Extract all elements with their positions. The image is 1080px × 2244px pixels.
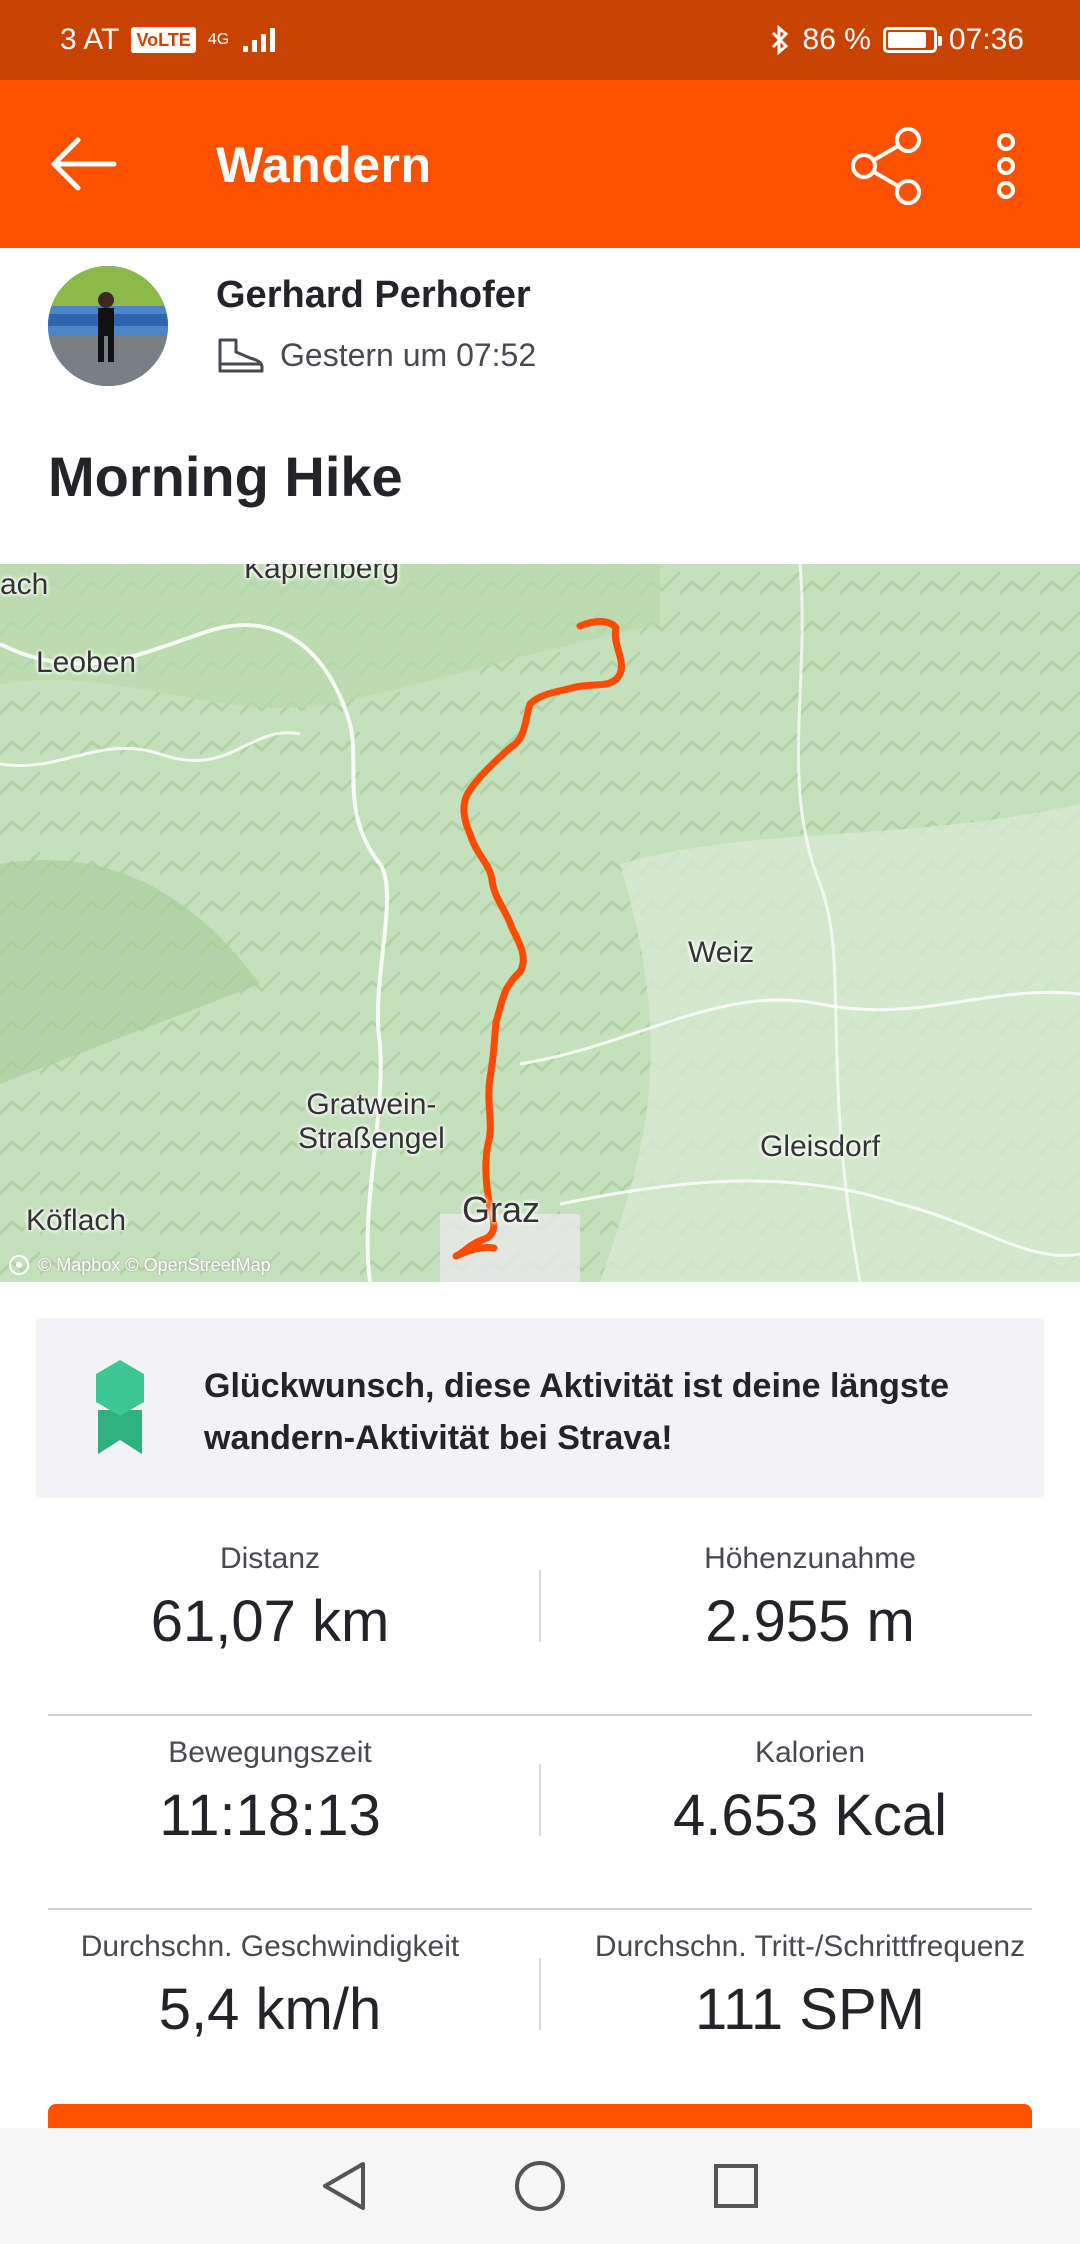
- system-nav-bar: [0, 2128, 1080, 2244]
- stat-label: Bewegungszeit: [168, 1736, 372, 1769]
- stat-label: Durchschn. Geschwindigkeit: [80, 1930, 460, 1963]
- stat-value: 61,07 km: [150, 1589, 390, 1654]
- nav-home-icon: [515, 2161, 565, 2211]
- more-options-button[interactable]: [984, 124, 1028, 208]
- carrier-label: 3 AT: [60, 23, 120, 56]
- map-label-koflach: Köflach: [26, 1204, 127, 1237]
- app-bar: Wandern: [0, 80, 1080, 248]
- share-icon: [851, 127, 921, 205]
- volte-badge: VoLTE: [131, 27, 196, 53]
- stat-label: Kalorien: [754, 1736, 866, 1769]
- attribution-text: © Mapbox © OpenStreetMap: [38, 1254, 271, 1275]
- stats-row-1: Distanz 61,07 km Höhenzunahme 2.955 m: [0, 1522, 1080, 1716]
- status-bar: 3 AT VoLTE 4G 86 % 07:36: [0, 0, 1080, 80]
- map-label-gratwein: Gratwein- Straßengel: [298, 1088, 445, 1155]
- map-label-weiz: Weiz: [688, 936, 755, 969]
- mapbox-logo-icon: [9, 1255, 29, 1275]
- stat-value: 5,4 km/h: [158, 1977, 382, 2042]
- nav-recents-button[interactable]: [708, 2158, 764, 2214]
- nav-recents-icon: [714, 2164, 758, 2208]
- battery-percent: 86 %: [802, 23, 871, 56]
- athlete-name[interactable]: Gerhard Perhofer: [216, 274, 531, 317]
- nav-back-button[interactable]: [316, 2158, 372, 2214]
- map-attribution[interactable]: © Mapbox © OpenStreetMap: [8, 1254, 271, 1276]
- map-label-ach: ach: [0, 568, 49, 601]
- athlete-avatar[interactable]: [48, 266, 168, 386]
- back-button[interactable]: [48, 132, 120, 196]
- battery-fill: [887, 32, 926, 48]
- activity-timestamp: Gestern um 07:52: [280, 336, 537, 373]
- page-title: Wandern: [216, 137, 432, 193]
- stat-value: 11:18:13: [159, 1783, 381, 1848]
- activity-route: [452, 618, 625, 1260]
- arrow-left-icon: [51, 137, 117, 191]
- nav-back-icon: [323, 2162, 365, 2210]
- avatar-photo: [48, 266, 168, 386]
- award-badge-icon: [96, 1360, 144, 1454]
- route-map[interactable]: Kapfenberg ach Leoben Weiz Gratwein- Str…: [0, 564, 1080, 1282]
- network-type: 4G: [207, 31, 230, 48]
- activity-stats: Distanz 61,07 km Höhenzunahme 2.955 m Be…: [0, 1522, 1080, 2104]
- achievement-text: Glückwunsch, diese Aktivität ist deine l…: [204, 1367, 950, 1457]
- achievement-banner[interactable]: Glückwunsch, diese Aktivität ist deine l…: [36, 1318, 1044, 1498]
- clock: 07:36: [948, 23, 1024, 56]
- stat-value: 2.955 m: [705, 1589, 915, 1654]
- stats-row-2: Bewegungszeit 11:18:13 Kalorien 4.653 Kc…: [0, 1716, 1080, 1910]
- stat-value: 111 SPM: [695, 1977, 925, 2042]
- stat-elevation: Höhenzunahme 2.955 m: [540, 1522, 1080, 1655]
- stat-calories: Kalorien 4.653 Kcal: [540, 1716, 1080, 1849]
- stat-avg-speed: Durchschn. Geschwindigkeit 5,4 km/h: [0, 1910, 540, 2043]
- share-button[interactable]: [846, 124, 930, 208]
- map-label-kapfenberg: Kapfenberg: [244, 564, 400, 585]
- activity-meta: Gestern um 07:52: [216, 336, 536, 374]
- stat-value: 4.653 Kcal: [672, 1783, 948, 1848]
- stat-label: Höhenzunahme: [704, 1542, 916, 1575]
- map-label-graz: Graz: [462, 1189, 541, 1230]
- stat-label: Distanz: [219, 1542, 321, 1575]
- stat-moving-time: Bewegungszeit 11:18:13: [0, 1716, 540, 1849]
- signal-icon: [243, 28, 276, 52]
- map-label-leoben: Leoben: [36, 646, 137, 679]
- hiking-boot-icon: [218, 338, 264, 373]
- more-vertical-icon: [997, 133, 1015, 199]
- battery-icon: [882, 27, 942, 53]
- stats-row-3: Durchschn. Geschwindigkeit 5,4 km/h Durc…: [0, 1910, 1080, 2104]
- nav-home-button[interactable]: [512, 2158, 568, 2214]
- map-label-gleisdorf: Gleisdorf: [760, 1130, 881, 1163]
- stat-label: Durchschn. Tritt-/Schrittfrequenz: [594, 1930, 1026, 1963]
- stat-avg-cadence: Durchschn. Tritt-/Schrittfrequenz 111 SP…: [540, 1910, 1080, 2043]
- stat-distance: Distanz 61,07 km: [0, 1522, 540, 1655]
- bluetooth-icon: [771, 24, 788, 56]
- activity-title: Morning Hike: [48, 445, 403, 508]
